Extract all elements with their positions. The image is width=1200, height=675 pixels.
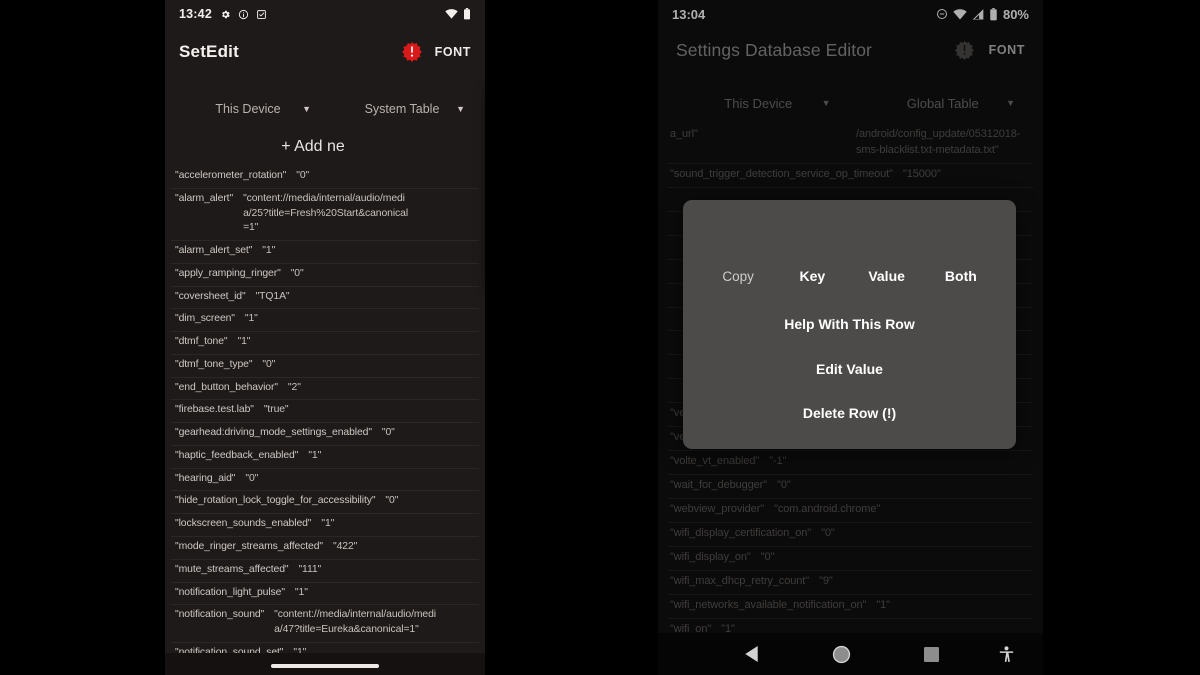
gear-icon xyxy=(220,9,231,20)
row-value: "1" xyxy=(294,586,308,598)
row-key: "alarm_alert" xyxy=(175,192,234,204)
table-row[interactable]: "alarm_alert_set" "1" xyxy=(171,241,479,264)
row-value: "0" xyxy=(385,495,399,507)
table-row[interactable]: "accelerometer_rotation" "0" xyxy=(171,166,479,189)
table-row[interactable]: "hearing_aid" "0" xyxy=(171,469,479,492)
status-bar-time: 13:42 xyxy=(179,7,212,21)
home-circle-icon[interactable] xyxy=(796,645,886,664)
table-row[interactable]: "apply_ramping_ringer" "0" xyxy=(171,264,479,287)
device-selector[interactable]: This Device ▼ xyxy=(171,102,325,116)
row-key: "hearing_aid" xyxy=(175,472,236,484)
left-selector-row: This Device ▼ System Table ▼ xyxy=(165,88,485,130)
wifi-icon xyxy=(445,9,458,19)
table-row[interactable]: "dtmf_tone" "1" xyxy=(171,332,479,355)
row-key: "alarm_alert_set" xyxy=(175,245,253,257)
row-key: "dim_screen" xyxy=(175,313,235,325)
battery-icon xyxy=(463,8,471,20)
back-triangle-icon[interactable] xyxy=(706,646,796,662)
table-row[interactable]: "dim_screen" "1" xyxy=(171,309,479,333)
copy-both-button[interactable]: Both xyxy=(924,268,998,284)
row-key: "coversheet_id" xyxy=(175,290,246,302)
copy-value-button[interactable]: Value xyxy=(850,268,924,284)
device-selector-label: This Device xyxy=(215,102,281,116)
status-bar-system-icons xyxy=(445,8,471,20)
copy-label: Copy xyxy=(722,268,754,284)
row-action-dialog: Copy Key Value Both Help With This Row E… xyxy=(683,200,1016,449)
delete-row-button[interactable]: Delete Row (!) xyxy=(683,405,1016,421)
table-selector-label: System Table xyxy=(364,102,440,116)
row-value: "0" xyxy=(381,427,395,439)
row-value: "1" xyxy=(308,449,322,461)
table-row[interactable]: "notification_light_pulse" "1" xyxy=(171,583,479,606)
table-row[interactable]: "lockscreen_sounds_enabled" "1" xyxy=(171,514,479,538)
info-circle-icon xyxy=(238,9,249,20)
chevron-down-icon: ▼ xyxy=(302,104,311,114)
row-key: "firebase.test.lab" xyxy=(175,404,254,416)
row-value: "0" xyxy=(290,267,304,279)
row-value: "1" xyxy=(262,245,276,257)
row-value: "1" xyxy=(244,313,258,325)
system-navigation-bar xyxy=(658,633,1043,675)
left-phone-screen: 13:42 SetEdit FONT This Device ▼ System … xyxy=(165,0,485,675)
table-row[interactable]: "gearhead:driving_mode_settings_enabled"… xyxy=(171,423,479,446)
row-value: "content://media/internal/audio/media/25… xyxy=(243,192,409,234)
row-key: "end_button_behavior" xyxy=(175,381,278,393)
row-value: "1" xyxy=(321,518,335,530)
note-edit-icon xyxy=(256,9,267,20)
copy-key-button[interactable]: Key xyxy=(775,268,849,284)
row-value: "TQ1A" xyxy=(255,290,290,302)
row-value: "true" xyxy=(263,404,289,416)
row-key: "notification_sound" xyxy=(175,609,265,621)
table-selector[interactable]: System Table ▼ xyxy=(325,102,479,116)
table-row[interactable]: "dtmf_tone_type" "0" xyxy=(171,355,479,378)
row-key: "haptic_feedback_enabled" xyxy=(175,449,299,461)
table-row[interactable]: "mute_streams_affected" "111" xyxy=(171,560,479,583)
gesture-handle[interactable] xyxy=(271,664,379,668)
row-value: "2" xyxy=(287,381,301,393)
row-key: "accelerometer_rotation" xyxy=(175,170,287,181)
row-value: "111" xyxy=(298,563,322,575)
left-status-bar: 13:42 xyxy=(165,0,485,28)
edit-value-button[interactable]: Edit Value xyxy=(683,361,1016,377)
left-app-bar: SetEdit FONT xyxy=(165,28,485,76)
screenshot-stage: 13:42 SetEdit FONT This Device ▼ System … xyxy=(0,0,1200,675)
help-with-this-row-button[interactable]: Help With This Row xyxy=(683,316,1016,332)
row-value: "1" xyxy=(237,336,251,348)
row-value: "content://media/internal/audio/media/47… xyxy=(274,609,436,636)
font-button[interactable]: FONT xyxy=(435,45,471,59)
right-phone-screen: 13:04 80% Settings Database Editor FONT … xyxy=(658,0,1043,675)
row-key: "dtmf_tone_type" xyxy=(175,358,253,370)
page-title: SetEdit xyxy=(179,42,239,61)
row-value: "422" xyxy=(333,541,358,553)
table-row[interactable]: "firebase.test.lab" "true" xyxy=(171,400,479,424)
recents-square-icon[interactable] xyxy=(886,646,976,662)
row-value: "0" xyxy=(296,170,310,181)
row-key: "gearhead:driving_mode_settings_enabled" xyxy=(175,427,372,439)
row-key: "apply_ramping_ringer" xyxy=(175,267,281,279)
row-key: "mute_streams_affected" xyxy=(175,563,289,575)
row-key: "lockscreen_sounds_enabled" xyxy=(175,518,312,530)
row-key: "notification_light_pulse" xyxy=(175,586,285,598)
row-key: "hide_rotation_lock_toggle_for_accessibi… xyxy=(175,495,376,507)
row-key: "dtmf_tone" xyxy=(175,336,228,348)
warning-badge-icon[interactable] xyxy=(401,41,423,63)
copy-action-row: Copy Key Value Both xyxy=(683,268,1016,284)
table-row[interactable]: "mode_ringer_streams_affected" "422" xyxy=(171,537,479,560)
status-bar-notification-icons xyxy=(220,9,267,20)
table-row[interactable]: "coversheet_id" "TQ1A" xyxy=(171,287,479,310)
add-new-setting-button[interactable]: + Add ne xyxy=(165,130,485,166)
table-row[interactable]: "end_button_behavior" "2" xyxy=(171,378,479,401)
gesture-navigation-bar xyxy=(165,653,485,675)
left-settings-list[interactable]: "accelerometer_rotation" "0" "alarm_alert"… xyxy=(165,166,485,675)
table-row[interactable]: "notification_sound" "content://media/int… xyxy=(171,605,479,643)
row-value: "0" xyxy=(245,472,259,484)
table-row[interactable]: "haptic_feedback_enabled" "1" xyxy=(171,446,479,469)
chevron-down-icon: ▼ xyxy=(456,104,465,114)
table-row[interactable]: "hide_rotation_lock_toggle_for_accessibi… xyxy=(171,491,479,515)
accessibility-icon[interactable] xyxy=(976,645,1036,663)
row-value: "0" xyxy=(262,358,276,370)
table-row[interactable]: "alarm_alert" "content://media/internal/a… xyxy=(171,189,479,242)
row-key: "mode_ringer_streams_affected" xyxy=(175,541,324,553)
